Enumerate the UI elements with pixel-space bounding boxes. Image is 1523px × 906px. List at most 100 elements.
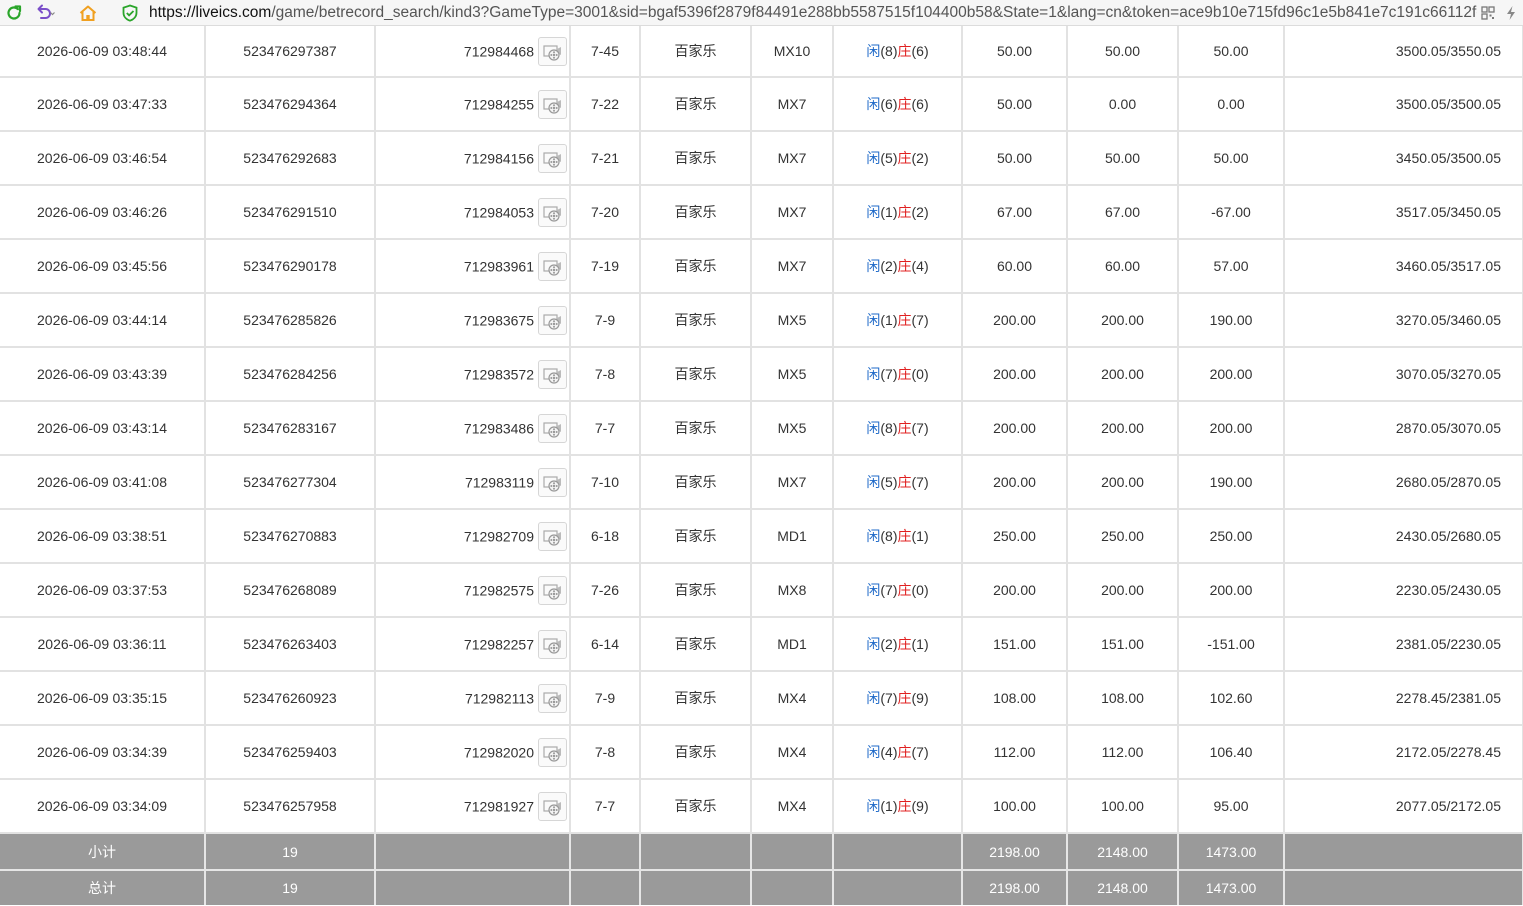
banker-label: 庄	[897, 474, 912, 490]
round-cell: 712982113	[375, 671, 571, 726]
round-id: 712984468	[463, 43, 534, 59]
game-type: 百家乐	[640, 293, 752, 348]
round-id: 712983961	[463, 258, 534, 274]
round-cell: 712983572	[375, 347, 571, 402]
bet-amount: 200.00	[962, 293, 1068, 348]
game-type: 百家乐	[640, 26, 752, 78]
round-cell: 712982575	[375, 563, 571, 618]
video-replay-icon[interactable]	[538, 89, 567, 119]
bet-amount: 108.00	[962, 671, 1068, 726]
player-points: (6)	[880, 96, 898, 112]
total-win: 1473.00	[1178, 870, 1285, 905]
result-cell: 闲(7)庄(0)	[833, 347, 963, 402]
video-replay-icon[interactable]	[538, 683, 567, 713]
player-label: 闲	[866, 636, 881, 652]
shoe-number: 7-8	[570, 725, 641, 780]
video-replay-icon[interactable]	[538, 737, 567, 767]
bet-amount: 50.00	[962, 26, 1068, 78]
table-row: 2026-06-09 03:41:08 523476277304 712983119…	[0, 455, 1523, 510]
round-cell: 712984156	[375, 131, 571, 186]
round-cell: 712983119	[375, 455, 571, 510]
video-replay-icon[interactable]	[538, 521, 567, 551]
table-code: MD1	[751, 617, 834, 672]
table-code: MX5	[751, 401, 834, 456]
table-code: MX7	[751, 239, 834, 294]
valid-bet: 108.00	[1067, 671, 1179, 726]
round-id: 712982113	[464, 690, 534, 706]
qr-icon[interactable]	[1477, 2, 1499, 24]
video-replay-icon[interactable]	[538, 791, 567, 821]
balance: 2870.05/3070.05	[1284, 401, 1523, 456]
game-type: 百家乐	[640, 725, 752, 780]
game-type: 百家乐	[640, 509, 752, 564]
bet-record-table: 2026-06-09 03:48:44 523476297387 712984468…	[0, 26, 1523, 905]
round-id: 712983486	[463, 420, 534, 436]
shoe-number: 7-7	[570, 779, 641, 834]
video-replay-icon[interactable]	[538, 575, 567, 605]
result-cell: 闲(2)庄(1)	[833, 617, 963, 672]
undo-icon[interactable]	[34, 2, 56, 24]
table-code: MX4	[751, 671, 834, 726]
bet-amount: 50.00	[962, 77, 1068, 132]
table-row: 2026-06-09 03:43:14 523476283167 712983486…	[0, 401, 1523, 456]
bet-amount: 200.00	[962, 401, 1068, 456]
player-points: (2)	[880, 636, 898, 652]
table-row: 2026-06-09 03:34:39 523476259403 712982020…	[0, 725, 1523, 780]
player-points: (1)	[880, 204, 898, 220]
banker-points: (0)	[911, 366, 929, 382]
bet-time: 2026-06-09 03:47:33	[0, 77, 206, 132]
video-replay-icon[interactable]	[538, 467, 567, 497]
game-type: 百家乐	[640, 131, 752, 186]
table-row: 2026-06-09 03:38:51 523476270883 712982709…	[0, 509, 1523, 564]
total-bet: 2198.00	[962, 870, 1068, 905]
lightning-icon[interactable]	[1500, 2, 1522, 24]
home-icon[interactable]	[77, 2, 99, 24]
table-row: 2026-06-09 03:46:54 523476292683 712984156…	[0, 131, 1523, 186]
balance: 2172.05/2278.45	[1284, 725, 1523, 780]
bet-time: 2026-06-09 03:44:14	[0, 293, 206, 348]
player-points: (4)	[880, 744, 898, 760]
result-cell: 闲(1)庄(9)	[833, 779, 963, 834]
banker-label: 庄	[897, 636, 912, 652]
balance: 3450.05/3500.05	[1284, 131, 1523, 186]
video-replay-icon[interactable]	[538, 36, 567, 66]
total-valid: 2148.00	[1067, 870, 1179, 905]
video-replay-icon[interactable]	[538, 251, 567, 281]
video-replay-icon[interactable]	[538, 413, 567, 443]
balance: 2680.05/2870.05	[1284, 455, 1523, 510]
bet-time: 2026-06-09 03:45:56	[0, 239, 206, 294]
banker-label: 庄	[897, 43, 912, 59]
video-replay-icon[interactable]	[538, 143, 567, 173]
subtotal-valid: 2148.00	[1067, 833, 1179, 871]
video-replay-icon[interactable]	[538, 629, 567, 659]
bet-time: 2026-06-09 03:34:09	[0, 779, 206, 834]
video-replay-icon[interactable]	[538, 359, 567, 389]
player-points: (8)	[880, 528, 898, 544]
shoe-number: 7-19	[570, 239, 641, 294]
player-points: (7)	[880, 366, 898, 382]
game-type: 百家乐	[640, 617, 752, 672]
balance: 3070.05/3270.05	[1284, 347, 1523, 402]
round-id: 712983572	[463, 366, 534, 382]
player-points: (7)	[880, 690, 898, 706]
valid-bet: 200.00	[1067, 455, 1179, 510]
round-cell: 712982257	[375, 617, 571, 672]
total-count: 19	[205, 870, 376, 905]
round-cell: 712984053	[375, 185, 571, 240]
banker-points: (7)	[911, 474, 929, 490]
balance: 2077.05/2172.05	[1284, 779, 1523, 834]
video-replay-icon[interactable]	[538, 305, 567, 335]
win-loss: -151.00	[1178, 617, 1285, 672]
result-cell: 闲(5)庄(2)	[833, 131, 963, 186]
shoe-number: 7-22	[570, 77, 641, 132]
video-replay-icon[interactable]	[538, 197, 567, 227]
address-bar[interactable]: https://liveics.com/game/betrecord_searc…	[149, 3, 1477, 23]
table-code: MX5	[751, 347, 834, 402]
valid-bet: 250.00	[1067, 509, 1179, 564]
balance: 3460.05/3517.05	[1284, 239, 1523, 294]
valid-bet: 50.00	[1067, 131, 1179, 186]
refresh-icon[interactable]	[3, 2, 25, 24]
bet-amount: 200.00	[962, 455, 1068, 510]
valid-bet: 100.00	[1067, 779, 1179, 834]
round-cell: 712982709	[375, 509, 571, 564]
